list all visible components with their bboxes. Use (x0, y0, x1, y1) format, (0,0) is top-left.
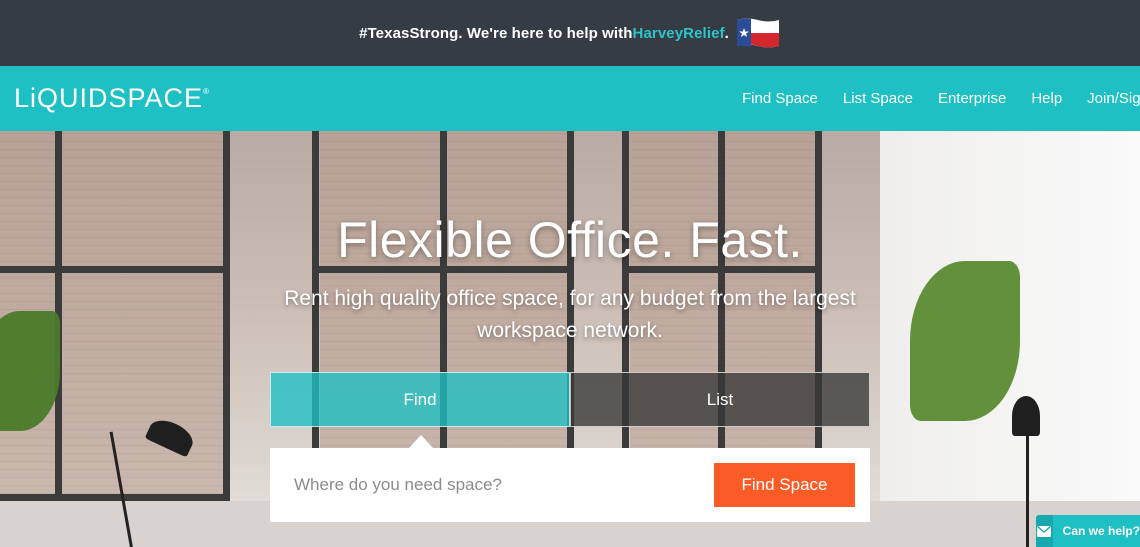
active-tab-caret (409, 435, 433, 448)
nav-help[interactable]: Help (1031, 90, 1062, 107)
find-list-tabs: Find List (270, 372, 870, 427)
harvey-relief-link[interactable]: HarveyRelief (633, 25, 725, 42)
nav-links: Find Space List Space Enterprise Help Jo… (742, 90, 1140, 107)
tab-list[interactable]: List (570, 372, 870, 427)
search-box: Find Space (270, 448, 870, 522)
nav-find-space[interactable]: Find Space (742, 90, 818, 107)
liquidspace-logo[interactable]: LiQUIDSPACE® (14, 83, 210, 114)
chat-widget[interactable]: Can we help? (1036, 515, 1140, 547)
nav-join-sign-in[interactable]: Join/Sign In (1087, 90, 1140, 107)
nav-list-space[interactable]: List Space (843, 90, 913, 107)
announcement-text: #TexasStrong. We're here to help with (359, 24, 633, 42)
nav-enterprise[interactable]: Enterprise (938, 90, 1006, 107)
find-space-button[interactable]: Find Space (714, 463, 855, 507)
texas-flag-icon (735, 16, 781, 50)
envelope-icon (1036, 515, 1053, 547)
announcement-bar: #TexasStrong. We're here to help with Ha… (0, 0, 1140, 66)
logo-registered-mark: ® (203, 87, 210, 96)
announcement-suffix: . (724, 24, 729, 42)
main-nav: LiQUIDSPACE® Find Space List Space Enter… (0, 66, 1140, 131)
tab-find[interactable]: Find (270, 372, 570, 427)
chat-label: Can we help? (1062, 524, 1140, 538)
hero-headline: Flexible Office. Fast. (337, 212, 803, 268)
location-search-input[interactable] (294, 468, 704, 502)
hero-section: Flexible Office. Fast. Rent high quality… (0, 131, 1140, 547)
hero-subline: Rent high quality office space, for any … (284, 287, 856, 342)
logo-text: LiQUIDSPACE (14, 83, 204, 113)
